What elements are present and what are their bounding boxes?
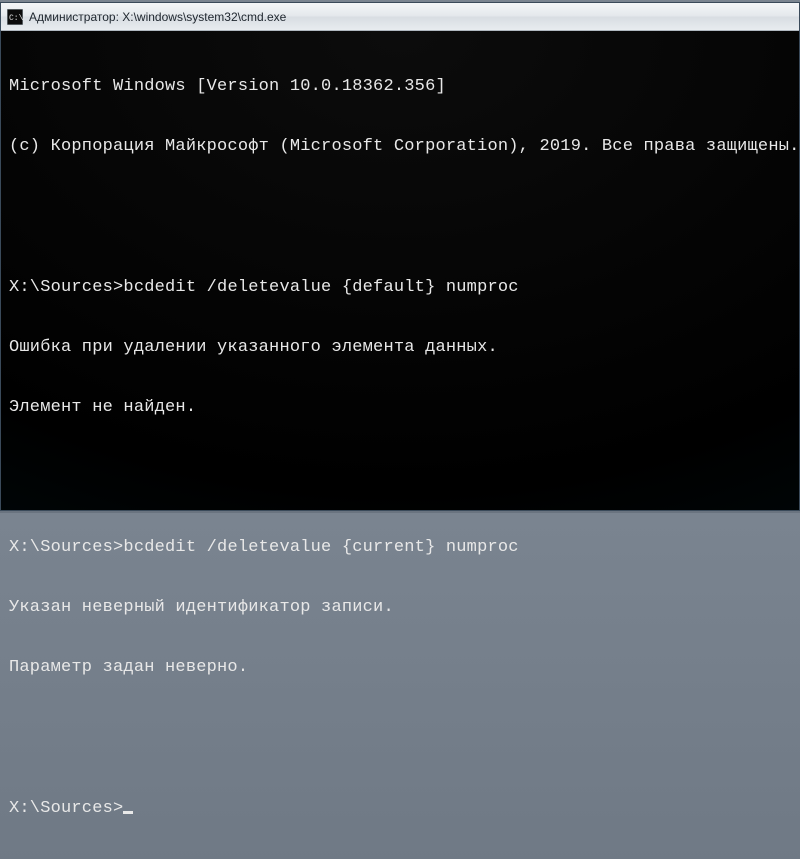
titlebar[interactable]: C:\ Администратор: X:\windows\system32\c… — [1, 3, 799, 31]
blank-line — [9, 197, 791, 217]
cmd-icon: C:\ — [7, 9, 23, 25]
prompt: X:\Sources> — [9, 799, 123, 818]
blank-line — [9, 719, 791, 739]
window-title: Администратор: X:\windows\system32\cmd.e… — [29, 10, 286, 24]
current-prompt-line[interactable]: X:\Sources> — [9, 799, 791, 819]
output-line: Ошибка при удалении указанного элемента … — [9, 338, 791, 358]
output-line: Элемент не найден. — [9, 398, 791, 418]
output-line: Параметр задан неверно. — [9, 658, 791, 678]
command-line: X:\Sources>bcdedit /deletevalue {default… — [9, 278, 791, 298]
svg-text:C:\: C:\ — [9, 14, 23, 23]
prompt: X:\Sources> — [9, 538, 123, 557]
prompt: X:\Sources> — [9, 278, 123, 297]
command-text: bcdedit /deletevalue {default} numproc — [123, 278, 518, 297]
banner-line: Microsoft Windows [Version 10.0.18362.35… — [9, 77, 791, 97]
command-line: X:\Sources>bcdedit /deletevalue {current… — [9, 538, 791, 558]
blank-line — [9, 458, 791, 478]
terminal-output[interactable]: Microsoft Windows [Version 10.0.18362.35… — [1, 31, 799, 510]
output-line: Указан неверный идентификатор записи. — [9, 598, 791, 618]
cursor-icon — [123, 811, 133, 814]
command-text: bcdedit /deletevalue {current} numproc — [123, 538, 518, 557]
cmd-window: C:\ Администратор: X:\windows\system32\c… — [0, 2, 800, 511]
banner-line: (c) Корпорация Майкрософт (Microsoft Cor… — [9, 137, 791, 157]
